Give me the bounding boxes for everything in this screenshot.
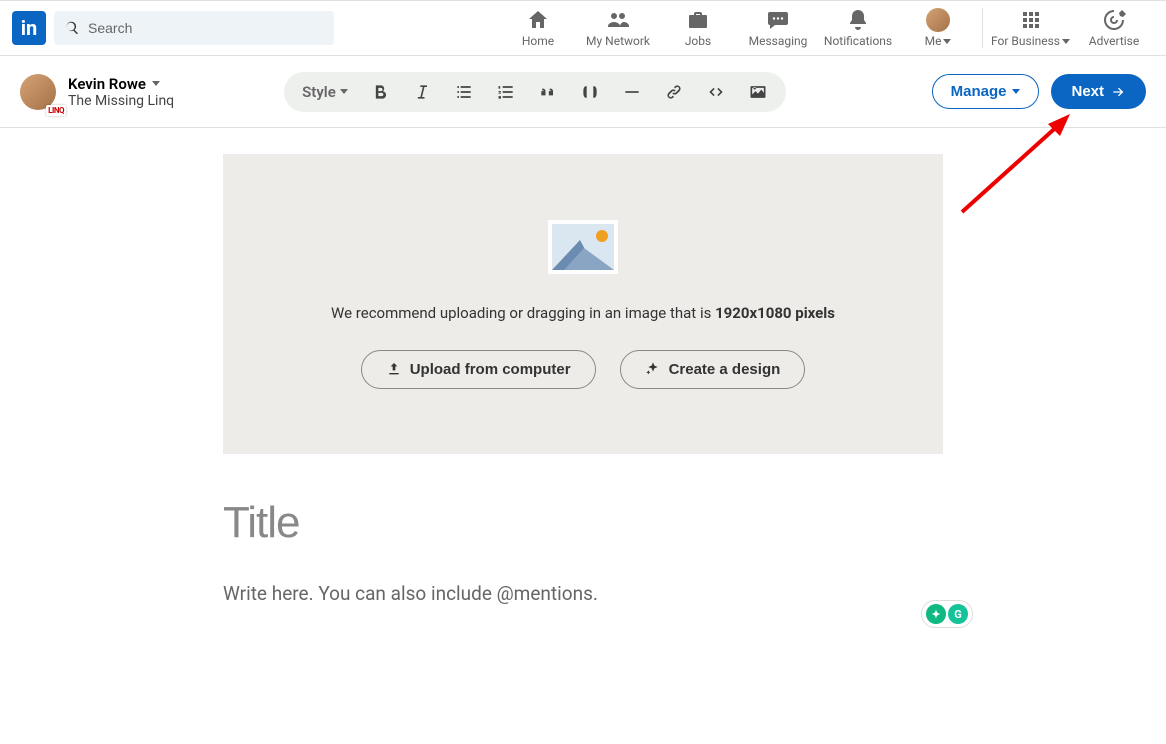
- bullet-list-button[interactable]: [454, 82, 474, 102]
- annotation-arrow: [952, 112, 1082, 222]
- search-container[interactable]: [54, 11, 334, 45]
- avatar-icon: [926, 8, 950, 32]
- arrow-right-icon: [1110, 84, 1126, 100]
- caret-down-icon: [152, 81, 160, 86]
- extension-badges: ✦ G: [921, 600, 973, 628]
- next-button[interactable]: Next: [1051, 74, 1146, 109]
- grammarly-icon[interactable]: G: [948, 604, 968, 624]
- nav-messaging[interactable]: Messaging: [738, 0, 818, 56]
- divider-button[interactable]: [622, 82, 642, 102]
- caret-down-icon: [1012, 89, 1020, 94]
- nav-advertise[interactable]: Advertise: [1074, 0, 1154, 56]
- nav-network-label: My Network: [586, 34, 650, 48]
- caret-down-icon: [943, 39, 951, 44]
- create-design-button[interactable]: Create a design: [620, 350, 806, 389]
- grid-icon: [1019, 8, 1043, 32]
- author-name: Kevin Rowe: [68, 75, 174, 93]
- nav-home-label: Home: [522, 34, 554, 48]
- editor-bar: Kevin Rowe The Missing Linq Style Manage…: [0, 56, 1166, 128]
- cover-upload-area[interactable]: We recommend uploading or dragging in an…: [223, 154, 943, 454]
- nav-jobs[interactable]: Jobs: [658, 0, 738, 56]
- nav-business[interactable]: For Business: [987, 0, 1074, 56]
- body-input[interactable]: [223, 582, 943, 628]
- caret-down-icon: [1062, 39, 1070, 44]
- image-button[interactable]: [748, 82, 768, 102]
- author-subtitle: The Missing Linq: [68, 93, 174, 109]
- linkedin-logo[interactable]: in: [12, 11, 46, 45]
- bell-icon: [846, 8, 870, 32]
- messaging-icon: [766, 8, 790, 32]
- extension-badge-icon[interactable]: ✦: [926, 604, 946, 624]
- embed-button[interactable]: [706, 82, 726, 102]
- jobs-icon: [686, 8, 710, 32]
- nav-network[interactable]: My Network: [578, 0, 658, 56]
- link-button[interactable]: [664, 82, 684, 102]
- nav-messaging-label: Messaging: [749, 34, 808, 48]
- nav-divider: [982, 8, 983, 48]
- upload-from-computer-button[interactable]: Upload from computer: [361, 350, 596, 389]
- nav-home[interactable]: Home: [498, 0, 578, 56]
- style-dropdown[interactable]: Style: [302, 83, 348, 101]
- target-icon: [1102, 8, 1126, 32]
- sparkle-icon: [645, 361, 661, 377]
- quote-button[interactable]: [538, 82, 558, 102]
- upload-hint-text: We recommend uploading or dragging in an…: [331, 304, 835, 322]
- nav-notifications[interactable]: Notifications: [818, 0, 898, 56]
- format-toolbar: Style: [284, 72, 786, 112]
- nav-jobs-label: Jobs: [685, 34, 711, 48]
- top-nav: in Home My Network Jobs Messaging Notifi…: [0, 0, 1166, 56]
- action-buttons: Manage Next: [932, 74, 1146, 109]
- nav-advertise-label: Advertise: [1089, 34, 1139, 48]
- image-placeholder-icon: [548, 220, 618, 274]
- nav-business-label: For Business: [991, 34, 1070, 48]
- manage-button[interactable]: Manage: [932, 74, 1040, 109]
- author-block[interactable]: Kevin Rowe The Missing Linq: [20, 74, 174, 110]
- search-icon: [64, 20, 80, 36]
- article-editor: ✦ G: [223, 498, 943, 632]
- title-input[interactable]: [223, 498, 943, 548]
- search-input[interactable]: [88, 20, 324, 36]
- italic-button[interactable]: [412, 82, 432, 102]
- upload-icon: [386, 361, 402, 377]
- bold-button[interactable]: [370, 82, 390, 102]
- nav-items: Home My Network Jobs Messaging Notificat…: [498, 0, 1154, 56]
- caret-down-icon: [340, 89, 348, 94]
- code-block-button[interactable]: [580, 82, 600, 102]
- home-icon: [526, 8, 550, 32]
- numbered-list-button[interactable]: [496, 82, 516, 102]
- nav-notifications-label: Notifications: [824, 34, 892, 48]
- author-avatar: [20, 74, 56, 110]
- nav-me[interactable]: Me: [898, 0, 978, 56]
- nav-me-label: Me: [925, 34, 952, 48]
- network-icon: [606, 8, 630, 32]
